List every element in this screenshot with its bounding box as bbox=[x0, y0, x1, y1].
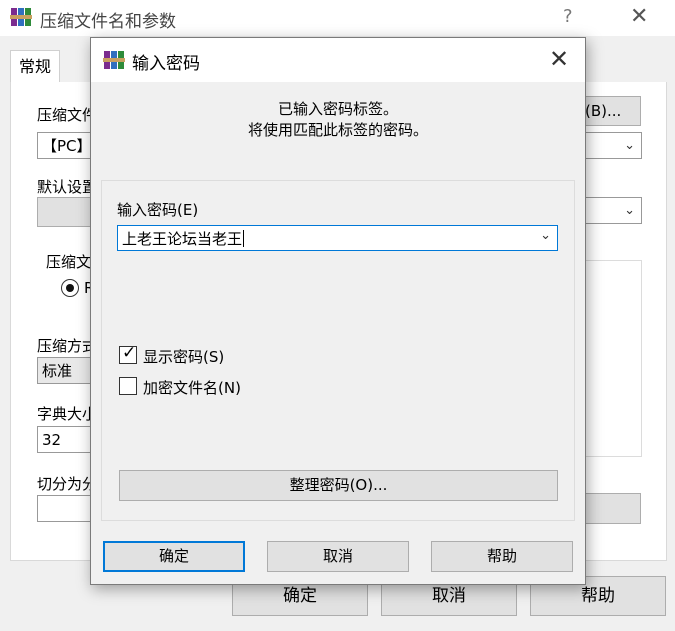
tab-general[interactable]: 常规 bbox=[10, 50, 61, 83]
message-line-1: 已输入密码标签。 bbox=[277, 100, 398, 118]
split-volumes-field[interactable] bbox=[37, 495, 97, 522]
cancel-button[interactable]: 取消 bbox=[267, 541, 409, 572]
ok-button[interactable]: 确定 bbox=[103, 541, 245, 572]
organize-passwords-button[interactable]: 整理密码(O)... bbox=[119, 470, 558, 501]
set-password-button[interactable] bbox=[584, 493, 641, 524]
default-settings-label: 默认设置 bbox=[37, 178, 98, 196]
archive-name-label: 压缩文件 bbox=[37, 106, 98, 124]
show-password-label: 显示密码(S) bbox=[143, 348, 225, 366]
password-value: 上老王论坛当老王 bbox=[122, 230, 243, 248]
close-icon[interactable]: ✕ bbox=[549, 45, 569, 73]
checkbox-box[interactable]: ✓ bbox=[119, 343, 137, 364]
compression-method-label: 压缩方式 bbox=[37, 337, 98, 355]
checkbox-box[interactable] bbox=[119, 377, 137, 395]
browse-button[interactable]: (B)... bbox=[584, 96, 641, 126]
help-button[interactable]: 帮助 bbox=[431, 541, 573, 572]
message-line-2: 将使用匹配此标签的密码。 bbox=[247, 121, 428, 139]
text-caret bbox=[243, 230, 245, 247]
bg-title-bar: 压缩文件名和参数 ? ✕ bbox=[0, 0, 675, 36]
bg-help-icon[interactable]: ? bbox=[563, 6, 573, 27]
dictionary-size-select[interactable]: 32 bbox=[37, 426, 97, 453]
options-group-box bbox=[584, 260, 642, 457]
dictionary-size-label: 字典大小 bbox=[37, 405, 98, 423]
winrar-books-icon bbox=[10, 8, 32, 26]
dialog-message: 已输入密码标签。 将使用匹配此标签的密码。 bbox=[91, 99, 585, 141]
bg-close-icon[interactable]: ✕ bbox=[630, 4, 648, 29]
encrypt-filenames-checkbox[interactable]: 加密文件名(N) bbox=[119, 377, 319, 399]
format-radio[interactable] bbox=[61, 279, 79, 297]
chevron-down-icon: ⌄ bbox=[624, 138, 635, 153]
dialog-title: 输入密码 bbox=[132, 54, 200, 74]
enter-password-dialog: 输入密码 ✕ 已输入密码标签。 将使用匹配此标签的密码。 输入密码(E) 上老王… bbox=[90, 37, 586, 585]
bg-window-title: 压缩文件名和参数 bbox=[40, 12, 176, 32]
compression-method-select[interactable]: 标准 bbox=[37, 357, 97, 384]
password-input[interactable]: 上老王论坛当老王 ⌄ bbox=[117, 225, 558, 251]
split-volumes-label: 切分为分 bbox=[37, 475, 98, 493]
archive-format-group-label: 压缩文 bbox=[46, 253, 92, 271]
winrar-books-icon bbox=[103, 51, 125, 69]
chevron-down-icon[interactable]: ⌄ bbox=[540, 228, 551, 243]
update-mode-select[interactable]: ⌄ bbox=[584, 197, 642, 224]
show-password-checkbox[interactable]: ✓ 显示密码(S) bbox=[119, 343, 319, 368]
password-label: 输入密码(E) bbox=[117, 201, 199, 219]
checkmark-icon: ✓ bbox=[122, 343, 137, 363]
chevron-down-icon: ⌄ bbox=[624, 203, 635, 218]
encrypt-filenames-label: 加密文件名(N) bbox=[143, 379, 241, 397]
profiles-button[interactable] bbox=[37, 197, 97, 227]
dialog-title-bar: 输入密码 ✕ bbox=[91, 38, 585, 82]
